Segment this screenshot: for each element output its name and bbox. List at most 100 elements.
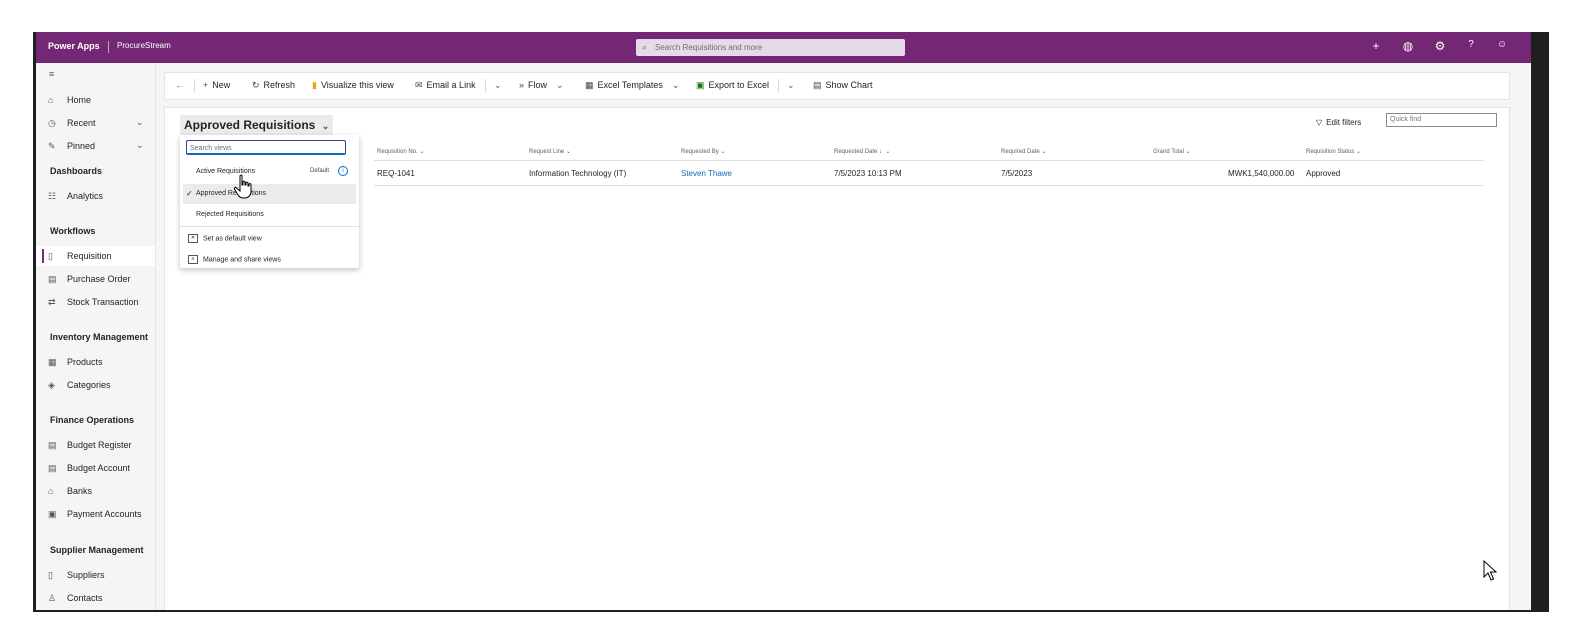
sidebar-item-label: Payment Accounts <box>67 509 142 519</box>
ledger-icon: ▤ <box>48 463 57 473</box>
sidebar-item-stock-transaction[interactable]: ⇄ Stock Transaction <box>36 292 155 312</box>
manage-views-button[interactable]: ≡ Manage and share views <box>188 255 281 264</box>
view-option-approved[interactable]: ✓ Approved Requisitions <box>183 184 356 204</box>
document-icon: ▤ <box>48 274 57 284</box>
section-title-supplier: Supplier Management <box>50 545 144 555</box>
flow-button[interactable]: » Flow ⌄ <box>519 80 564 91</box>
chevron-down-icon[interactable]: ⌄ <box>136 117 144 128</box>
clock-icon: ◷ <box>48 118 56 128</box>
sidebar-item-payment-accounts[interactable]: ▣ Payment Accounts <box>36 504 155 524</box>
bank-icon: ⌂ <box>48 486 54 496</box>
excel-templates-button[interactable]: ▦ Excel Templates ⌄ <box>585 80 679 91</box>
email-link-button-label: Email a Link <box>426 80 476 90</box>
column-header-request-line[interactable]: Request Line ⌄ <box>529 148 571 155</box>
set-default-view-button[interactable]: ✕ Set as default view <box>188 234 262 243</box>
gear-icon[interactable]: ⚙ <box>1432 39 1448 53</box>
user-icon[interactable]: ☺ <box>1494 39 1510 50</box>
new-button-label: New <box>212 80 231 90</box>
plus-icon[interactable]: + <box>1368 39 1384 53</box>
email-icon: ✉ <box>415 80 423 90</box>
visualize-button[interactable]: ▮ Visualize this view <box>312 80 394 91</box>
back-button[interactable]: ← <box>175 80 184 90</box>
view-selector[interactable]: Approved Requisitions ⌄ <box>180 115 334 135</box>
plus-icon: + <box>203 80 209 90</box>
column-header-grand-total[interactable]: Grand Total ⌄ <box>1153 148 1191 155</box>
section-title-dashboards: Dashboards <box>50 166 103 176</box>
sidebar-item-categories[interactable]: ◈ Categories <box>36 375 155 395</box>
column-header-required-date[interactable]: Required Date ⌄ <box>1001 148 1046 155</box>
column-header-status[interactable]: Requisition Status ⌄ <box>1306 148 1361 155</box>
brand-separator <box>108 41 109 53</box>
sidebar-item-label: Pinned <box>67 141 96 151</box>
view-option-active[interactable]: Active Requisitions Default i <box>183 162 356 182</box>
show-chart-button-label: Show Chart <box>825 80 873 90</box>
transfer-icon: ⇄ <box>48 297 56 307</box>
email-dropdown-chevron[interactable]: ⌄ <box>494 80 502 91</box>
template-icon: ▦ <box>585 80 594 90</box>
section-title-workflows: Workflows <box>50 226 96 236</box>
view-option-rejected[interactable]: Rejected Requisitions <box>183 205 356 225</box>
home-icon: ⌂ <box>48 95 54 105</box>
sidebar-item-recent[interactable]: ◷ Recent ⌄ <box>36 113 155 133</box>
sidebar-item-home[interactable]: ⌂ Home <box>36 90 155 110</box>
chevron-down-icon: ⌄ <box>321 121 330 131</box>
view-dropdown: Search views Active Requisitions Default… <box>180 135 359 268</box>
sidebar-item-suppliers[interactable]: ▯ Suppliers <box>36 565 155 585</box>
quick-find-input[interactable]: Quick find <box>1386 113 1497 127</box>
visualize-button-label: Visualize this view <box>320 80 394 90</box>
column-header-requisition-no[interactable]: Requisition No. ⌄ <box>377 148 424 155</box>
search-views-input[interactable]: Search views <box>186 140 346 155</box>
column-header-label: Requisition No. <box>377 149 418 155</box>
top-bar: Power Apps ProcureStream ⌕ Search Requis… <box>36 32 1531 63</box>
command-bar: ← + New ↻ Refresh ▮ Visualize this view ✉ Em… <box>164 72 1510 100</box>
excel-icon: ▣ <box>696 80 705 90</box>
divider <box>194 79 195 93</box>
sidebar-item-products[interactable]: ▦ Products <box>36 352 155 372</box>
globe-icon[interactable]: ◍ <box>1400 39 1416 53</box>
sidebar-item-pinned[interactable]: ✎ Pinned ⌄ <box>36 136 155 156</box>
app-name[interactable]: ProcureStream <box>117 41 171 50</box>
email-link-button[interactable]: ✉ Email a Link <box>415 80 476 91</box>
info-icon[interactable]: i <box>338 166 348 176</box>
sidebar-item-requisition[interactable]: ▯ Requisition <box>36 246 155 266</box>
tag-icon: ◈ <box>48 380 55 390</box>
sidebar-item-purchase-order[interactable]: ▤ Purchase Order <box>36 269 155 289</box>
box-icon: ▦ <box>48 357 57 367</box>
pin-view-icon: ✕ <box>188 234 198 243</box>
show-chart-button[interactable]: ▤ Show Chart <box>813 80 873 91</box>
search-icon: ⌕ <box>642 42 648 52</box>
sidebar-item-label: Stock Transaction <box>67 297 139 307</box>
export-excel-button[interactable]: ▣ Export to Excel <box>696 80 769 91</box>
export-dropdown-chevron[interactable]: ⌄ <box>787 80 795 91</box>
chevron-down-icon: ⌄ <box>556 80 564 90</box>
help-icon[interactable]: ? <box>1463 39 1479 50</box>
column-header-requested-date[interactable]: Requested Date ↓ ⌄ <box>834 148 890 155</box>
refresh-button[interactable]: ↻ Refresh <box>252 80 295 91</box>
sidebar-item-budget-account[interactable]: ▤ Budget Account <box>36 458 155 478</box>
ledger-icon: ▤ <box>48 440 57 450</box>
global-search-input[interactable]: ⌕ Search Requisitions and more <box>636 39 905 56</box>
global-search-placeholder: Search Requisitions and more <box>655 43 763 52</box>
new-button[interactable]: + New <box>203 80 230 90</box>
column-header-label: Required Date <box>1001 149 1040 155</box>
hamburger-menu-button[interactable]: ≡ <box>36 67 155 87</box>
column-header-requested-by[interactable]: Requested By ⌄ <box>681 148 725 155</box>
view-option-label: Approved Requisitions <box>196 190 267 197</box>
hand-cursor-icon <box>233 174 252 199</box>
grid-panel <box>164 107 1510 610</box>
column-header-label: Requested By <box>681 149 719 155</box>
cell-grand-total: MWK1,540,000.00 <box>1228 169 1295 178</box>
set-default-view-label: Set as default view <box>203 235 262 243</box>
brand-label[interactable]: Power Apps <box>48 41 100 51</box>
edit-filters-button[interactable]: ▽ Edit filters <box>1316 118 1361 127</box>
sidebar-item-banks[interactable]: ⌂ Banks <box>36 481 155 501</box>
sidebar-item-analytics[interactable]: ☷ Analytics <box>36 186 155 206</box>
cell-requested-date: 7/5/2023 10:13 PM <box>834 169 902 178</box>
sidebar-item-contacts[interactable]: ♙ Contacts <box>36 588 155 608</box>
edit-filters-label: Edit filters <box>1326 118 1362 127</box>
person-icon: ♙ <box>48 593 57 603</box>
sidebar-item-budget-register[interactable]: ▤ Budget Register <box>36 435 155 455</box>
cell-requisition-no[interactable]: REQ-1041 <box>377 169 415 178</box>
cell-requested-by-link[interactable]: Steven Thawe <box>681 169 732 178</box>
chevron-down-icon[interactable]: ⌄ <box>136 140 144 151</box>
